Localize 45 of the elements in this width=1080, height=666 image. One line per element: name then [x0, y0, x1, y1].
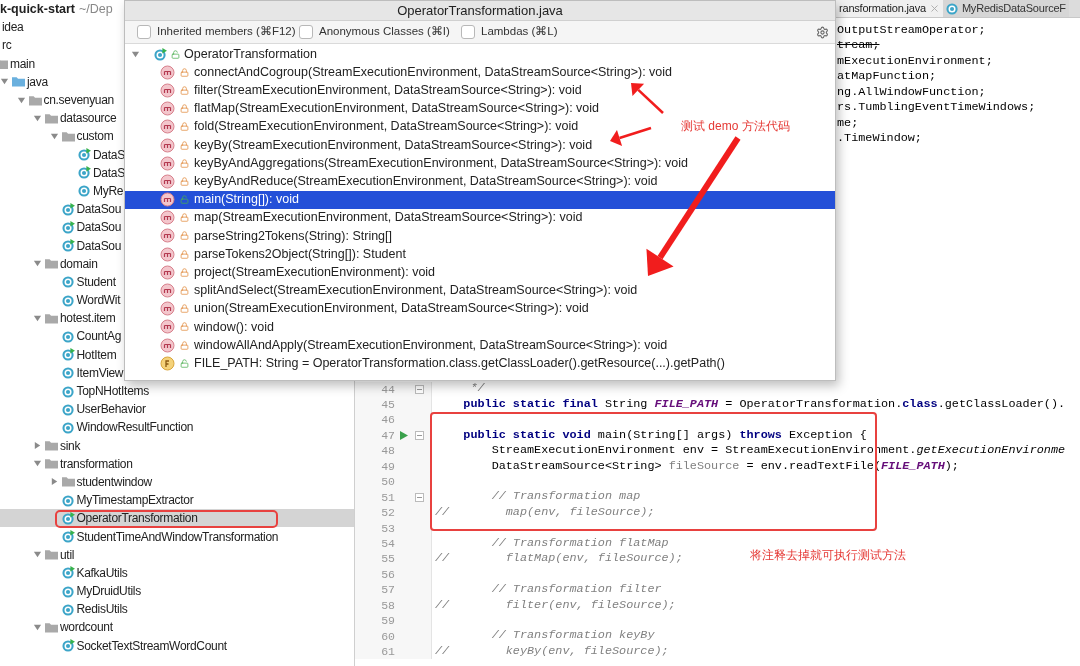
annotation-note: 将注释去掉就可执行测试方法	[750, 547, 906, 564]
code-text: rs.TumblingEventTimeWindows;	[837, 99, 1036, 117]
line-number: 58	[380, 597, 395, 614]
checkbox-label: Anonymous Classes (⌘I)	[319, 24, 450, 40]
line-number: 59	[380, 613, 395, 630]
code-line: // flatMap(env, fileSource);	[434, 550, 683, 568]
code-line: // keyBy(env, fileSource);	[434, 642, 669, 660]
line-number: 49	[380, 458, 395, 475]
code-line: // Transformation filter	[490, 581, 662, 599]
line-number: 60	[380, 628, 395, 645]
line-number: 53	[380, 520, 395, 537]
annotation-note: 测试 demo 方法代码	[681, 117, 790, 135]
line-number: 54	[380, 535, 395, 552]
project-name: k-quick-start	[0, 0, 76, 18]
line-number: 51	[380, 489, 395, 506]
line-number: 46	[380, 412, 395, 429]
line-number: 48	[380, 443, 395, 460]
code-line: public static final String FILE_PATH = OperatorTransformation.class.getClassLoader().	[462, 395, 1066, 413]
code-text: ng.AllWindowFunction;	[837, 83, 986, 101]
popup-title: OperatorTransformation.java	[397, 1, 563, 20]
code-line: */	[469, 380, 485, 398]
code-text: OutputStreamOperator;	[837, 21, 986, 39]
code-line: // map(env, fileSource);	[434, 503, 655, 521]
code-line: // Transformation keyBy	[490, 627, 655, 645]
code-text: atMapFunction;	[837, 68, 937, 86]
code-line: public static void main(String[] args) throws Exception {	[462, 426, 867, 444]
code-line: // filter(env, fileSource);	[434, 596, 676, 614]
line-number: 56	[380, 566, 395, 583]
code-line: // Transformation flatMap	[490, 534, 669, 552]
line-number: 44	[380, 381, 395, 398]
line-number: 61	[380, 644, 395, 661]
line-number: 47	[380, 427, 395, 444]
line-number: 50	[380, 474, 395, 491]
checkbox-label: Lambdas (⌘L)	[481, 24, 558, 40]
line-number: 57	[380, 582, 395, 599]
project-path: ~/Dep	[79, 0, 113, 18]
code-text: me;	[837, 114, 859, 132]
checkbox-label: Inherited members (⌘F12)	[157, 24, 296, 40]
code-line: // Transformation map	[490, 488, 641, 506]
line-number: 45	[380, 397, 395, 414]
code-text: tream;	[837, 37, 880, 55]
code-text: .TimeWindow;	[837, 129, 922, 147]
code-text: mExecutionEnvironment;	[837, 52, 993, 70]
line-number: 52	[380, 505, 395, 522]
line-number: 55	[380, 551, 395, 568]
